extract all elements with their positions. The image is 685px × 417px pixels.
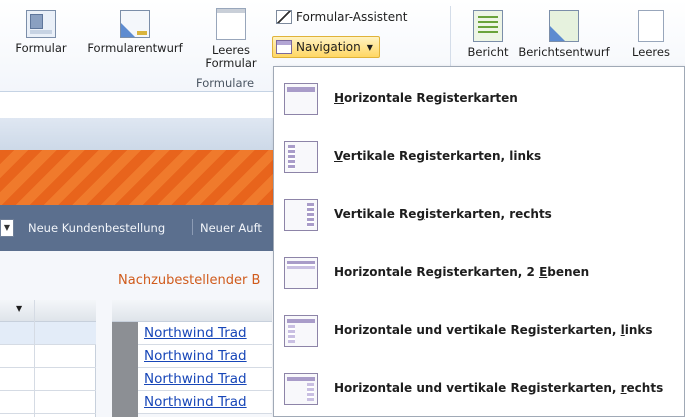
menu-item-vertical-tabs-left[interactable]: Vertikale Registerkarten, links — [274, 129, 684, 187]
magic-wand-icon — [276, 10, 292, 24]
horizontal-tabs-icon — [284, 83, 318, 115]
right-datasheet-header — [112, 300, 272, 322]
record-selector-column[interactable] — [112, 322, 138, 417]
table-row[interactable] — [0, 368, 96, 391]
report-icon — [473, 10, 503, 42]
menu-item-horizontal-tabs-2-levels[interactable]: Horizontale Registerkarten, 2 Ebenen — [274, 245, 684, 303]
table-row[interactable] — [0, 345, 96, 368]
column-divider — [34, 300, 35, 417]
vertical-tabs-right-icon — [284, 199, 318, 231]
navigation-icon — [276, 40, 292, 54]
form-design-button[interactable]: Formularentwurf — [80, 10, 190, 55]
menu-item-horizontal-tabs[interactable]: Horizontale Registerkarten — [274, 71, 684, 129]
table-row[interactable]: Northwind Trad — [138, 345, 272, 368]
table-row[interactable]: Northwind Trad — [138, 391, 272, 414]
form-design-icon — [120, 10, 150, 38]
table-row[interactable]: Northwind Trad — [138, 322, 272, 345]
link-new-order[interactable]: Neuer Auft — [200, 221, 262, 235]
left-datasheet-header: ▼ — [0, 300, 96, 322]
form-icon — [26, 10, 56, 38]
report-button[interactable]: Bericht — [466, 10, 510, 59]
menu-item-vertical-tabs-right[interactable]: Vertikale Registerkarten, rechts — [274, 187, 684, 245]
row-link[interactable]: Northwind Trad — [144, 371, 247, 387]
row-link[interactable]: Northwind Trad — [144, 325, 247, 341]
report-design-button[interactable]: Berichtsentwurf — [512, 10, 616, 59]
report-design-icon — [549, 10, 579, 42]
form-button[interactable]: Formular — [8, 10, 74, 55]
navigation-dropdown-button[interactable]: Navigation ▼ — [272, 36, 380, 58]
chevron-down-icon: ▼ — [366, 42, 373, 52]
blank-report-icon — [638, 10, 664, 42]
menu-item-hv-tabs-left[interactable]: Horizontale und vertikale Registerkarten… — [274, 303, 684, 361]
navigation-dropdown-menu: Horizontale Registerkarten Vertikale Reg… — [273, 66, 685, 417]
horizontal-tabs-2-levels-icon — [284, 257, 318, 289]
chevron-down-icon[interactable]: ▼ — [16, 304, 22, 313]
link-new-customer-order[interactable]: Neue Kundenbestellung — [28, 221, 165, 235]
row-link[interactable]: Northwind Trad — [144, 394, 247, 410]
group-label-formulare: Formulare — [196, 76, 255, 90]
blank-form-icon — [216, 8, 246, 40]
table-row[interactable] — [0, 322, 96, 345]
menu-item-hv-tabs-right[interactable]: Horizontale und vertikale Registerkarten… — [274, 361, 684, 417]
form-wizard-button[interactable]: Formular-Assistent — [276, 6, 407, 28]
hv-tabs-right-icon — [284, 373, 318, 405]
table-row[interactable]: Northwind Trad — [138, 368, 272, 391]
table-row[interactable] — [0, 391, 96, 414]
link-separator — [192, 219, 193, 235]
hv-tabs-left-icon — [284, 315, 318, 347]
combo-dropdown-arrow[interactable]: ▼ — [0, 219, 14, 237]
vertical-tabs-left-icon — [284, 141, 318, 173]
section-title: Nachzubestellender B — [118, 273, 261, 288]
blank-form-button[interactable]: Leeres Formular — [196, 8, 266, 70]
blank-report-button[interactable]: Leeres — [626, 10, 676, 59]
row-link[interactable]: Northwind Trad — [144, 348, 247, 364]
